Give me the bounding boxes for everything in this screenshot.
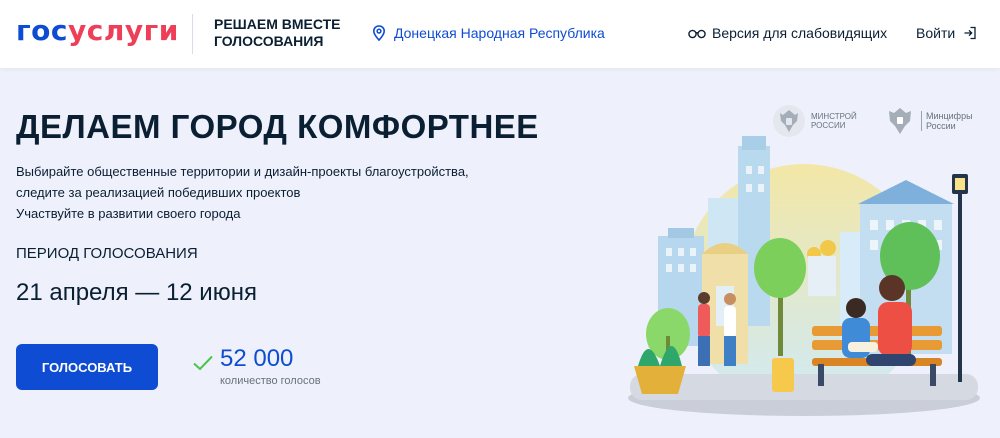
- description-line: Участвуйте в развитии своего города: [16, 206, 241, 221]
- header-slogan: РЕШАЕМ ВМЕСТЕ ГОЛОСОВАНИЯ: [214, 16, 341, 49]
- login-label: Войти: [916, 25, 956, 41]
- low-vision-label: Версия для слабовидящих: [712, 25, 888, 41]
- check-icon: [193, 355, 213, 371]
- map-pin-icon: [372, 25, 386, 41]
- region-selector[interactable]: Донецкая Народная Республика: [372, 25, 605, 41]
- header-divider: [192, 14, 193, 54]
- login-button[interactable]: Войти: [916, 25, 977, 41]
- low-vision-version-link[interactable]: Версия для слабовидящих: [688, 25, 887, 41]
- minstroy-line-2: РОССИИ: [811, 121, 846, 130]
- minstroy-logo: МИНСТРОЙ РОССИИ: [772, 104, 857, 138]
- logo-part-1: гос: [16, 14, 68, 47]
- gosuslugi-logo[interactable]: госуслуги: [16, 14, 179, 47]
- emblem-icon: [889, 108, 911, 134]
- hero-description: Выбирайте общественные территории и диза…: [16, 161, 469, 224]
- votes-count: 52 000: [220, 345, 294, 372]
- page-title: ДЕЛАЕМ ГОРОД КОМФОРТНЕЕ: [16, 108, 539, 145]
- voting-period-dates: 21 апреля — 12 июня: [16, 279, 257, 306]
- emblem-icon: [773, 105, 805, 137]
- login-arrow-icon: [964, 26, 976, 40]
- logo-part-2: услуги: [67, 14, 179, 47]
- region-label: Донецкая Народная Республика: [394, 25, 605, 41]
- glasses-icon: [688, 29, 706, 39]
- site-header: госуслуги РЕШАЕМ ВМЕСТЕ ГОЛОСОВАНИЯ Доне…: [0, 0, 1000, 68]
- minstroy-line-1: МИНСТРОЙ: [811, 112, 857, 121]
- vote-button[interactable]: ГОЛОСОВАТЬ: [16, 344, 158, 390]
- description-line: Выбирайте общественные территории и диза…: [16, 164, 469, 179]
- mincifry-logo: Минцифры России: [884, 104, 973, 138]
- city-park-illustration: [628, 136, 980, 416]
- votes-caption: количество голосов: [220, 375, 321, 387]
- description-line: следите за реализацией победивших проект…: [16, 185, 301, 200]
- mincifry-line-1: Минцифры: [926, 111, 973, 121]
- voting-period-label: ПЕРИОД ГОЛОСОВАНИЯ: [16, 245, 198, 262]
- mincifry-line-2: России: [926, 121, 956, 131]
